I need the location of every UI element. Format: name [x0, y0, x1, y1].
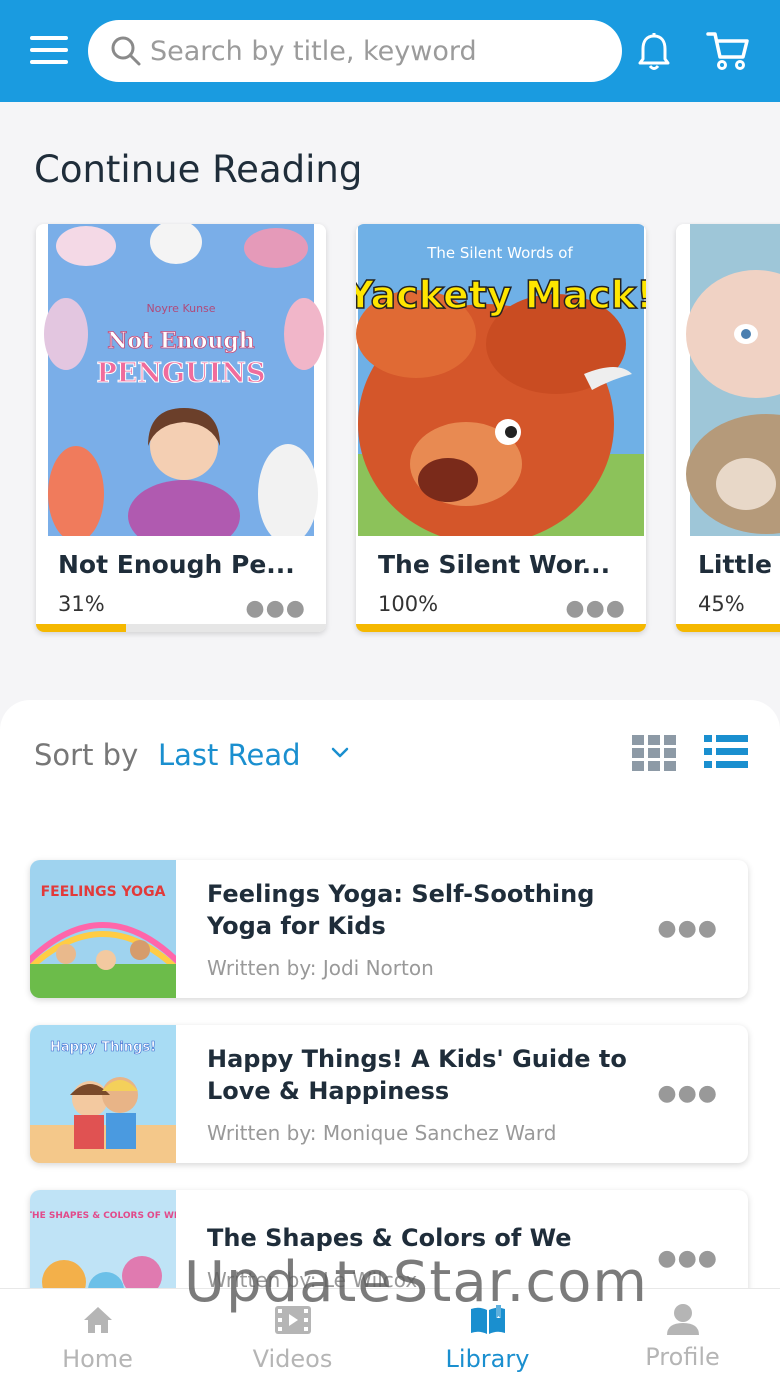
- book-thumbnail: Happy Things!: [30, 1025, 176, 1163]
- book-author: Written by: Monique Sanchez Ward: [207, 1121, 557, 1145]
- book-title: The Shapes & Colors of We: [207, 1224, 572, 1252]
- list-view-icon[interactable]: [704, 735, 748, 769]
- more-options-icon[interactable]: ●●●: [657, 1246, 718, 1271]
- bell-icon[interactable]: [636, 32, 672, 72]
- more-options-icon[interactable]: ●●●: [657, 1081, 718, 1106]
- sort-dropdown[interactable]: Last Read: [158, 738, 301, 772]
- book-title: Happy Things! A Kids' Guide to Love & Ha…: [207, 1045, 627, 1105]
- profile-icon: [666, 1304, 699, 1335]
- grid-view-icon[interactable]: [632, 735, 676, 771]
- search-icon: [111, 36, 141, 66]
- svg-text:THE SHAPES & COLORS OF WE: THE SHAPES & COLORS OF WE: [30, 1211, 176, 1221]
- book-icon: [470, 1305, 505, 1334]
- cart-icon[interactable]: [706, 30, 750, 72]
- chevron-down-icon[interactable]: [330, 746, 350, 760]
- bottom-navigation: Home Videos Library Profile: [0, 1288, 780, 1387]
- book-cover: Noyre Kunse Not Enough PENGUINS: [36, 224, 326, 536]
- nav-videos[interactable]: Videos: [195, 1289, 390, 1387]
- progress-bar: [676, 624, 780, 632]
- svg-text:Happy Things!: Happy Things!: [50, 1040, 156, 1055]
- book-cover: [676, 224, 780, 536]
- book-card[interactable]: Noyre Kunse Not Enough PENGUINS Not Enou…: [36, 224, 326, 632]
- svg-text:PENGUINS: PENGUINS: [97, 358, 266, 389]
- book-title: Feelings Yoga: Self-Soothing Yoga for Ki…: [207, 880, 595, 940]
- list-item[interactable]: FEELINGS YOGA Feelings Yoga: Self-Soothi…: [30, 860, 748, 998]
- nav-library[interactable]: Library: [390, 1289, 585, 1387]
- book-title: Little: [698, 550, 772, 579]
- progress-bar: [36, 624, 326, 632]
- book-title: Not Enough Pe...: [58, 550, 295, 579]
- svg-text:Yackety Mack!: Yackety Mack!: [356, 273, 646, 317]
- progress-bar: [356, 624, 646, 632]
- svg-text:FEELINGS YOGA: FEELINGS YOGA: [41, 884, 166, 900]
- nav-label: Home: [62, 1345, 133, 1373]
- nav-label: Videos: [252, 1345, 333, 1373]
- book-progress-label: 45%: [698, 592, 745, 616]
- book-author: Written by: Jodi Norton: [207, 956, 434, 980]
- more-options-icon[interactable]: ●●●: [565, 596, 626, 621]
- nav-label: Library: [445, 1345, 530, 1373]
- book-progress-label: 31%: [58, 592, 105, 616]
- video-icon: [274, 1306, 311, 1334]
- more-options-icon[interactable]: ●●●: [245, 596, 306, 621]
- sort-label: Sort by: [34, 738, 139, 772]
- menu-icon[interactable]: [30, 36, 70, 68]
- search-bar[interactable]: [88, 20, 622, 82]
- more-options-icon[interactable]: ●●●: [657, 916, 718, 941]
- list-item[interactable]: Happy Things! Happy Things! A Kids' Guid…: [30, 1025, 748, 1163]
- book-thumbnail: FEELINGS YOGA: [30, 860, 176, 998]
- home-icon: [83, 1307, 112, 1333]
- svg-text:Not Enough: Not Enough: [107, 328, 254, 354]
- book-cover: The Silent Words of Yackety Mack!: [356, 224, 646, 536]
- nav-label: Profile: [645, 1343, 720, 1371]
- nav-home[interactable]: Home: [0, 1289, 195, 1387]
- top-bar: [0, 0, 780, 102]
- book-card[interactable]: The Silent Words of Yackety Mack! The Si…: [356, 224, 646, 632]
- book-title: The Silent Wor...: [378, 550, 611, 579]
- continue-reading-title: Continue Reading: [34, 148, 363, 191]
- search-input[interactable]: [150, 35, 590, 67]
- book-card[interactable]: Little 45%: [676, 224, 780, 632]
- book-progress-label: 100%: [378, 592, 439, 616]
- nav-profile[interactable]: Profile: [585, 1289, 780, 1387]
- continue-reading-carousel[interactable]: Noyre Kunse Not Enough PENGUINS Not Enou…: [0, 222, 780, 642]
- svg-text:The Silent Words of: The Silent Words of: [426, 244, 573, 262]
- svg-text:Noyre Kunse: Noyre Kunse: [146, 302, 215, 315]
